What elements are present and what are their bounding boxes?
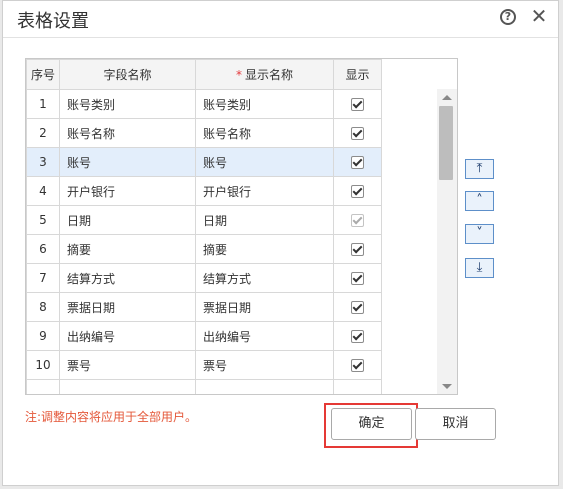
header-display-name: * 显示名称 <box>195 59 334 90</box>
help-icon[interactable]: ? <box>500 9 516 25</box>
row-display-name-cell[interactable]: 账号类别 <box>195 89 334 119</box>
dialog-title: 表格设置 <box>17 11 89 32</box>
row-show-cell <box>333 234 382 264</box>
header-display-name-label: 显示名称 <box>244 68 293 82</box>
row-show-cell <box>333 263 382 293</box>
confirm-button[interactable]: 确定 <box>331 408 412 440</box>
show-checkbox[interactable] <box>351 272 364 285</box>
row-display-name-cell[interactable]: 结算方式 <box>195 263 334 293</box>
row-field-name-cell: 摘要 <box>59 234 196 264</box>
header-field-name: 字段名称 <box>59 59 196 90</box>
required-mark: * <box>235 68 242 82</box>
row-seq-cell: 1 <box>26 89 60 119</box>
table-settings-dialog: 表格设置 ? ✕ 序号 字段名称 * 显示名称 显示 1 账号类别 账号类别 2 账号名称… <box>2 0 559 486</box>
row-display-name-cell[interactable]: 账号 <box>195 147 334 177</box>
cancel-button[interactable]: 取消 <box>415 408 496 440</box>
table-row[interactable]: 7 结算方式 结算方式 <box>26 263 382 293</box>
move-up-icon: ˄ <box>476 193 483 208</box>
move-to-bottom-icon: ⤓ <box>476 260 483 275</box>
table-row[interactable]: 4 开户银行 开户银行 <box>26 176 382 206</box>
show-checkbox[interactable] <box>351 156 364 169</box>
row-show-cell <box>333 205 382 235</box>
show-checkbox <box>351 214 364 227</box>
row-display-name-cell[interactable]: 摘要 <box>195 234 334 264</box>
row-display-name-cell[interactable]: 日期 <box>195 205 334 235</box>
move-down-button[interactable]: ˅ <box>465 224 494 244</box>
empty-cell <box>333 379 382 394</box>
table-row[interactable]: 1 账号类别 账号类别 <box>26 89 382 119</box>
row-seq-cell: 3 <box>26 147 60 177</box>
row-show-cell <box>333 321 382 351</box>
row-display-name-cell[interactable]: 开户银行 <box>195 176 334 206</box>
show-checkbox[interactable] <box>351 301 364 314</box>
empty-cell <box>59 379 196 394</box>
row-display-name-cell[interactable]: 票号 <box>195 350 334 380</box>
show-checkbox[interactable] <box>351 330 364 343</box>
table-row[interactable]: 10 票号 票号 <box>26 350 382 380</box>
row-show-cell <box>333 292 382 322</box>
fields-table-container: 序号 字段名称 * 显示名称 显示 1 账号类别 账号类别 2 账号名称 账号名称 3 账号 账号… <box>25 58 458 395</box>
table-row-partial <box>26 379 382 394</box>
table-row[interactable]: 2 账号名称 账号名称 <box>26 118 382 148</box>
row-display-name-cell[interactable]: 票据日期 <box>195 292 334 322</box>
move-to-bottom-button[interactable]: ⤓ <box>465 258 494 278</box>
row-field-name-cell: 日期 <box>59 205 196 235</box>
show-checkbox[interactable] <box>351 243 364 256</box>
fields-table: 序号 字段名称 * 显示名称 显示 1 账号类别 账号类别 2 账号名称 账号名称 3 账号 账号… <box>26 59 382 394</box>
row-display-name-cell[interactable]: 账号名称 <box>195 118 334 148</box>
row-seq-cell: 8 <box>26 292 60 322</box>
row-field-name-cell: 票据日期 <box>59 292 196 322</box>
scroll-up-arrow-icon[interactable] <box>442 95 452 100</box>
row-field-name-cell: 开户银行 <box>59 176 196 206</box>
table-row[interactable]: 6 摘要 摘要 <box>26 234 382 264</box>
table-row[interactable]: 3 账号 账号 <box>26 147 382 177</box>
header-seq: 序号 <box>26 59 60 90</box>
row-field-name-cell: 账号 <box>59 147 196 177</box>
row-seq-cell: 5 <box>26 205 60 235</box>
table-row[interactable]: 8 票据日期 票据日期 <box>26 292 382 322</box>
dialog-titlebar: 表格设置 ? ✕ <box>3 1 558 38</box>
footer-note: 注:调整内容将应用于全部用户。 <box>25 410 198 424</box>
show-checkbox[interactable] <box>351 98 364 111</box>
empty-cell <box>26 379 60 394</box>
row-field-name-cell: 账号名称 <box>59 118 196 148</box>
vertical-scrollbar[interactable] <box>437 89 457 394</box>
row-field-name-cell: 账号类别 <box>59 89 196 119</box>
row-field-name-cell: 结算方式 <box>59 263 196 293</box>
row-seq-cell: 2 <box>26 118 60 148</box>
row-show-cell <box>333 118 382 148</box>
move-up-button[interactable]: ˄ <box>465 191 494 211</box>
row-show-cell <box>333 147 382 177</box>
move-to-top-icon: ⤒ <box>476 161 483 176</box>
show-checkbox[interactable] <box>351 359 364 372</box>
move-to-top-button[interactable]: ⤒ <box>465 159 494 179</box>
row-seq-cell: 10 <box>26 350 60 380</box>
row-seq-cell: 6 <box>26 234 60 264</box>
row-display-name-cell[interactable]: 出纳编号 <box>195 321 334 351</box>
scrollbar-thumb[interactable] <box>439 106 453 180</box>
table-header-row: 序号 字段名称 * 显示名称 显示 <box>26 59 382 90</box>
row-seq-cell: 4 <box>26 176 60 206</box>
row-show-cell <box>333 176 382 206</box>
row-field-name-cell: 出纳编号 <box>59 321 196 351</box>
row-show-cell <box>333 350 382 380</box>
show-checkbox[interactable] <box>351 127 364 140</box>
close-icon[interactable]: ✕ <box>530 6 548 26</box>
row-seq-cell: 9 <box>26 321 60 351</box>
empty-cell <box>195 379 334 394</box>
scroll-down-arrow-icon[interactable] <box>442 384 452 389</box>
row-seq-cell: 7 <box>26 263 60 293</box>
table-row[interactable]: 9 出纳编号 出纳编号 <box>26 321 382 351</box>
table-row[interactable]: 5 日期 日期 <box>26 205 382 235</box>
show-checkbox[interactable] <box>351 185 364 198</box>
header-show: 显示 <box>333 59 382 90</box>
row-show-cell <box>333 89 382 119</box>
move-down-icon: ˅ <box>476 226 483 241</box>
row-field-name-cell: 票号 <box>59 350 196 380</box>
